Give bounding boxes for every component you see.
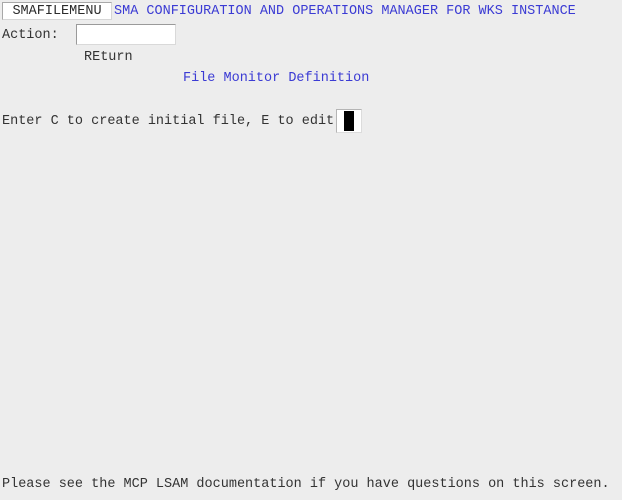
action-return-hint: REturn [84,50,133,65]
terminal-screen: SMAFILEMENU SMA CONFIGURATION AND OPERAT… [0,0,622,500]
prompt-instruction-text: Enter C to create initial file, E to edi… [2,114,335,129]
header-title: SMA CONFIGURATION AND OPERATIONS MANAGER… [114,4,576,19]
header-row: SMAFILEMENU SMA CONFIGURATION AND OPERAT… [0,0,622,22]
screen-id-field: SMAFILEMENU [2,2,112,20]
block-cursor-icon [344,111,354,131]
action-label: Action: [2,28,59,43]
action-input[interactable] [76,24,176,45]
footer-note: Please see the MCP LSAM documentation if… [2,477,610,492]
prompt-input-field[interactable] [336,109,362,133]
section-heading: File Monitor Definition [183,71,370,86]
